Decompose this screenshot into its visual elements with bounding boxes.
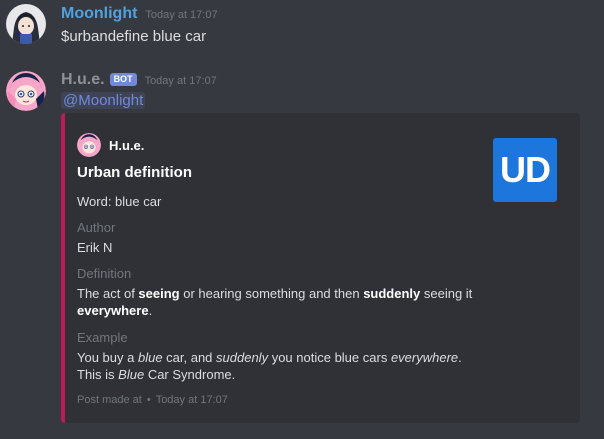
footer-separator: • bbox=[146, 394, 151, 406]
message-content: @Moonlight bbox=[61, 92, 146, 109]
user-avatar[interactable] bbox=[6, 4, 46, 44]
author-avatar-image bbox=[77, 133, 101, 157]
embed-footer: Post made at • Today at 17:07 bbox=[77, 394, 228, 406]
field-name-definition: Definition bbox=[77, 266, 132, 281]
avatar-image bbox=[6, 71, 46, 111]
field-name-author: Author bbox=[77, 220, 116, 235]
embed-author: H.u.e. bbox=[77, 133, 144, 157]
embed-description: Word: blue car bbox=[77, 194, 162, 209]
message-content: $urbandefine blue car bbox=[61, 28, 207, 45]
username[interactable]: H.u.e. bbox=[61, 71, 105, 89]
username[interactable]: Moonlight bbox=[61, 5, 137, 23]
field-name-example: Example bbox=[77, 330, 128, 345]
bot-badge: BOT bbox=[109, 73, 137, 86]
example-line-2: This is Blue Car Syndrome. bbox=[77, 367, 236, 382]
embed-author-name: H.u.e. bbox=[109, 137, 145, 153]
footer-text: Post made at bbox=[77, 394, 142, 406]
example-line-1: You buy a blue car, and suddenly you not… bbox=[77, 350, 462, 365]
definition-line-2: everywhere. bbox=[77, 303, 153, 318]
urban-dictionary-logo: UD bbox=[500, 149, 551, 190]
definition-line-1: The act of seeing or hearing something a… bbox=[77, 286, 473, 301]
message-timestamp: Today at 17:07 bbox=[145, 9, 218, 21]
avatar-image bbox=[6, 4, 46, 44]
embed-accent-bar bbox=[61, 113, 65, 423]
user-mention[interactable]: @Moonlight bbox=[61, 92, 146, 109]
rich-embed: H.u.e. Urban definition Word: blue car A… bbox=[61, 113, 580, 423]
embed-author-icon bbox=[77, 133, 101, 157]
embed-thumbnail[interactable]: UD bbox=[493, 138, 557, 202]
message-timestamp: Today at 17:07 bbox=[144, 75, 217, 87]
field-value-example: You buy a blue car, and suddenly you not… bbox=[77, 349, 462, 383]
footer-timestamp: Today at 17:07 bbox=[155, 394, 228, 406]
embed-title: Urban definition bbox=[77, 164, 192, 181]
bot-avatar[interactable] bbox=[6, 71, 46, 111]
field-value-author: Erik N bbox=[77, 240, 113, 255]
field-value-definition: The act of seeing or hearing something a… bbox=[77, 285, 472, 319]
